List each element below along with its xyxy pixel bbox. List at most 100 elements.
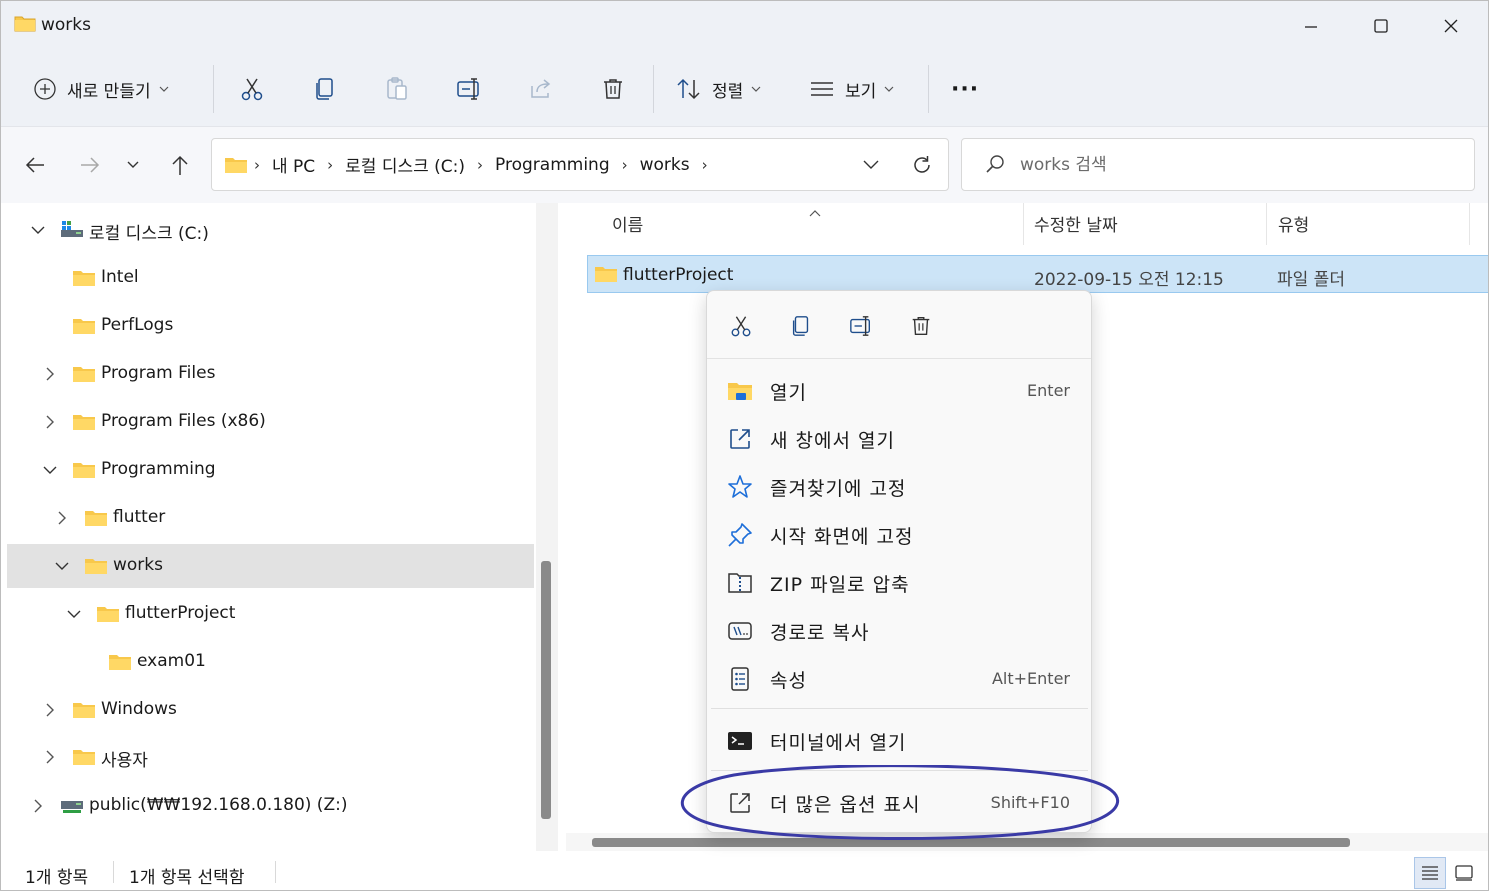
delete-button[interactable] [600,71,626,107]
paste-button[interactable] [384,71,410,107]
folder-icon [72,747,96,772]
tree-item-local-disk-c[interactable]: 로컬 디스크 (C:) [7,208,534,252]
chevron-right-icon[interactable]: › [327,156,333,174]
folder-icon [84,508,108,533]
maximize-button[interactable] [1346,1,1416,51]
tree-item-program-files[interactable]: Program Files [7,352,534,396]
breadcrumb-item[interactable]: Programming [495,155,610,175]
column-header-type[interactable]: 유형 [1278,211,1309,245]
tree-item-works[interactable]: works [7,544,534,588]
recent-locations-button[interactable] [117,149,149,181]
context-rename-button[interactable] [846,311,876,341]
file-name: flutterProject [623,265,734,285]
chevron-down-icon[interactable] [31,223,45,237]
column-divider[interactable] [1023,203,1024,245]
tree-item-windows[interactable]: Windows [7,688,534,732]
menu-item-open-new-window[interactable]: 새 창에서 열기 [707,414,1091,462]
back-button[interactable] [19,149,51,181]
chevron-down-icon[interactable] [67,607,81,621]
tree-item-programming[interactable]: Programming [7,448,534,492]
network-drive-icon [60,798,84,821]
breadcrumb-item[interactable]: 로컬 디스크 (C:) [345,152,465,177]
new-button[interactable]: 새로 만들기 [33,71,169,107]
rename-icon [850,316,870,336]
close-button[interactable] [1416,1,1486,51]
menu-item-shortcut: Shift+F10 [990,793,1070,812]
content-horizontal-scrollbar[interactable] [566,833,1488,851]
view-button[interactable]: 보기 [809,71,894,107]
folder-icon [72,412,96,437]
tree-item-label: flutterProject [125,603,236,623]
column-header-name[interactable]: 이름 [612,211,643,245]
share-button[interactable] [528,71,554,107]
scrollbar-thumb[interactable] [541,561,551,819]
scissors-icon [731,316,751,337]
more-button[interactable]: ··· [951,71,979,107]
up-button[interactable] [164,149,196,181]
selected-count: 1개 항목 선택함 [129,868,245,888]
chevron-down-icon[interactable] [43,463,57,477]
tree-item-users[interactable]: 사용자 [7,735,534,779]
forward-button[interactable] [74,149,106,181]
breadcrumb-item[interactable]: works [640,155,690,175]
tree-item-perflogs[interactable]: PerfLogs [7,304,534,348]
file-explorer-window: works 새로 만들기 정렬 보기 ··· › 내 PC › 로컬 디스크 (… [0,0,1489,891]
minimize-button[interactable] [1276,1,1346,51]
address-bar[interactable]: › 내 PC › 로컬 디스크 (C:) › Programming › wor… [211,138,949,191]
column-divider[interactable] [1266,203,1267,245]
search-box[interactable] [961,138,1475,191]
menu-item-properties[interactable]: 속성 Alt+Enter [707,654,1091,702]
tree-item-exam01[interactable]: exam01 [7,640,534,684]
folder-icon [72,364,96,389]
menu-item-label: 새 창에서 열기 [770,430,895,452]
rename-button[interactable] [455,71,483,107]
sort-button[interactable]: 정렬 [676,71,761,107]
chevron-right-icon[interactable]: › [477,156,483,174]
scrollbar-thumb[interactable] [592,838,1350,847]
tree-item-network-drive-z[interactable]: public(₩₩192.168.0.180) (Z:) [7,784,534,828]
copy-button[interactable] [312,71,338,107]
nav-pane-scrollbar[interactable] [536,203,558,851]
chevron-right-icon[interactable]: › [622,156,628,174]
context-delete-button[interactable] [906,311,936,341]
chevron-right-icon[interactable]: › [702,156,708,174]
menu-item-open-terminal[interactable]: 터미널에서 열기 [707,716,1091,764]
address-history-button[interactable] [846,159,896,171]
menu-item-label: 속성 [770,670,807,692]
chevron-right-icon[interactable] [43,703,57,717]
search-input[interactable] [1020,151,1440,179]
chevron-right-icon[interactable] [55,511,69,525]
chevron-right-icon[interactable] [43,367,57,381]
menu-item-zip[interactable]: ZIP 파일로 압축 [707,558,1091,606]
cut-button[interactable] [239,71,265,107]
zip-icon [727,570,753,596]
context-menu-toolbar [707,291,1091,359]
menu-item-copy-path[interactable]: 경로로 복사 [707,606,1091,654]
breadcrumb-item[interactable]: 내 PC [272,152,315,177]
chevron-down-icon[interactable] [55,559,69,573]
context-cut-button[interactable] [726,311,756,341]
tree-item-intel[interactable]: Intel [7,256,534,300]
menu-item-open[interactable]: 열기 Enter [707,366,1091,414]
tree-item-flutterproject[interactable]: flutterProject [7,592,534,636]
folder-icon [594,265,618,288]
separator [113,861,114,883]
chevron-right-icon[interactable] [31,799,45,813]
details-view-button[interactable] [1414,857,1446,889]
chevron-right-icon[interactable] [43,750,57,764]
tree-item-program-files-x86[interactable]: Program Files (x86) [7,400,534,444]
chevron-right-icon[interactable] [43,415,57,429]
context-copy-button[interactable] [786,311,816,341]
menu-item-pin-start[interactable]: 시작 화면에 고정 [707,510,1091,558]
tree-item-flutter[interactable]: flutter [7,496,534,540]
menu-item-pin-favorites[interactable]: 즐겨찾기에 고정 [707,462,1091,510]
menu-item-show-more-options[interactable]: 더 많은 옵션 표시 Shift+F10 [707,778,1091,826]
file-row[interactable]: flutterProject 2022-09-15 오전 12:15 파일 폴더 [587,255,1488,293]
tree-item-label: Programming [101,459,216,479]
navigation-row: › 내 PC › 로컬 디스크 (C:) › Programming › wor… [1,127,1488,203]
column-divider[interactable] [1469,203,1470,245]
separator [275,861,276,883]
thumbnail-view-button[interactable] [1448,857,1480,889]
refresh-button[interactable] [896,154,948,176]
column-header-date[interactable]: 수정한 날짜 [1034,211,1118,245]
